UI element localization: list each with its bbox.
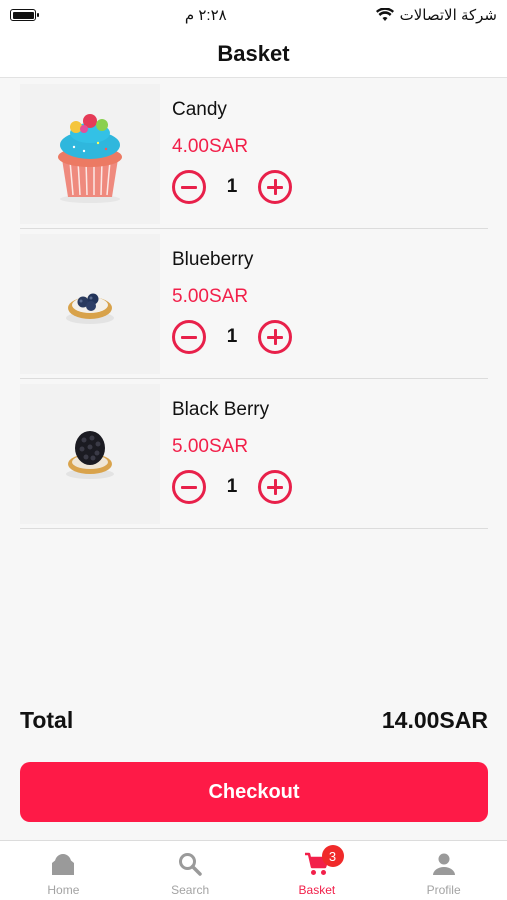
item-name: Candy	[172, 99, 227, 120]
wifi-icon	[375, 8, 394, 21]
carrier-name: شركة الاتصالات	[399, 7, 497, 24]
item-info: Blueberry 5.00SAR 1	[160, 229, 488, 378]
header: Basket	[0, 30, 507, 78]
quantity-stepper: 1	[172, 470, 488, 504]
minus-icon	[181, 185, 197, 189]
tab-label: Home	[47, 883, 80, 897]
item-name: Black Berry	[172, 399, 270, 420]
tab-label: Profile	[426, 883, 461, 897]
basket-item: Candy 4.00SAR 1	[20, 79, 488, 229]
page-title: Basket	[217, 40, 290, 66]
quantity-stepper: 1	[172, 170, 488, 204]
profile-icon	[432, 853, 455, 875]
tab-profile[interactable]: Profile	[380, 841, 507, 900]
basket-list: Candy 4.00SAR 1 Blueberry 5.00SAR 1 Blac…	[20, 79, 488, 529]
quantity-stepper: 1	[172, 320, 488, 354]
status-time: ٢:٢٨ م	[184, 7, 227, 24]
tab-home[interactable]: Home	[0, 841, 127, 900]
checkout-button[interactable]: Checkout	[20, 762, 488, 822]
home-icon	[52, 854, 75, 875]
item-info: Black Berry 5.00SAR 1	[160, 379, 488, 528]
total-row: Total 14.00SAR	[20, 703, 488, 737]
item-info: Candy 4.00SAR 1	[160, 79, 488, 228]
increase-button[interactable]	[258, 470, 292, 504]
battery-icon	[10, 9, 39, 21]
search-icon	[179, 853, 202, 876]
decrease-button[interactable]	[172, 320, 206, 354]
cupcake-image	[20, 84, 160, 224]
item-price: 5.00SAR	[172, 436, 249, 457]
item-quantity: 1	[226, 476, 238, 497]
total-label: Total	[20, 706, 74, 733]
total-value: 14.00SAR	[381, 706, 488, 733]
increase-button[interactable]	[258, 170, 292, 204]
tab-basket[interactable]: 3 Basket	[254, 841, 381, 900]
decrease-button[interactable]	[172, 170, 206, 204]
item-quantity: 1	[226, 326, 238, 347]
status-right: شركة الاتصالات	[375, 6, 497, 24]
item-name: Blueberry	[172, 249, 254, 270]
blackberry-tart-image	[20, 384, 160, 524]
basket-item: Black Berry 5.00SAR 1	[20, 379, 488, 529]
tab-bar: Home Search 3 Basket Profile	[0, 840, 507, 900]
tab-search[interactable]: Search	[127, 841, 254, 900]
cart-count-badge: 3	[321, 845, 344, 867]
item-price: 5.00SAR	[172, 286, 249, 307]
decrease-button[interactable]	[172, 470, 206, 504]
minus-icon	[181, 335, 197, 339]
item-price: 4.00SAR	[172, 136, 249, 157]
increase-button[interactable]	[258, 320, 292, 354]
item-quantity: 1	[226, 176, 238, 197]
minus-icon	[181, 485, 197, 489]
tab-label: Search	[171, 883, 210, 897]
status-bar: ٢:٢٨ م شركة الاتصالات	[0, 0, 507, 30]
tab-label: Basket	[298, 883, 336, 897]
basket-item: Blueberry 5.00SAR 1	[20, 229, 488, 379]
blueberry-tart-image	[20, 234, 160, 374]
